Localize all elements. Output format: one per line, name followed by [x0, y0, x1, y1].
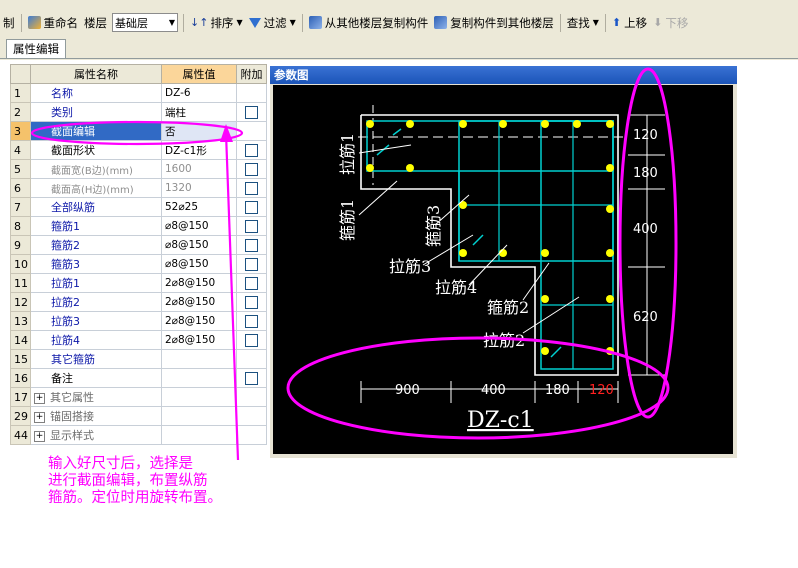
annotation-note: 输入好尺寸后，选择是 进行截面编辑，布置纵筋 箍筋。定位时用旋转布置。	[48, 456, 278, 507]
highlight-ellipse-section-edit	[30, 120, 244, 146]
annotation-arrow-line	[224, 132, 240, 461]
annotation-line: 进行截面编辑，布置纵筋	[48, 473, 208, 489]
highlight-ellipse-horizontal-dims	[286, 336, 670, 440]
annotation-line: 输入好尺寸后，选择是	[48, 456, 193, 472]
annotation-line: 箍筋。定位时用旋转布置。	[48, 490, 222, 506]
